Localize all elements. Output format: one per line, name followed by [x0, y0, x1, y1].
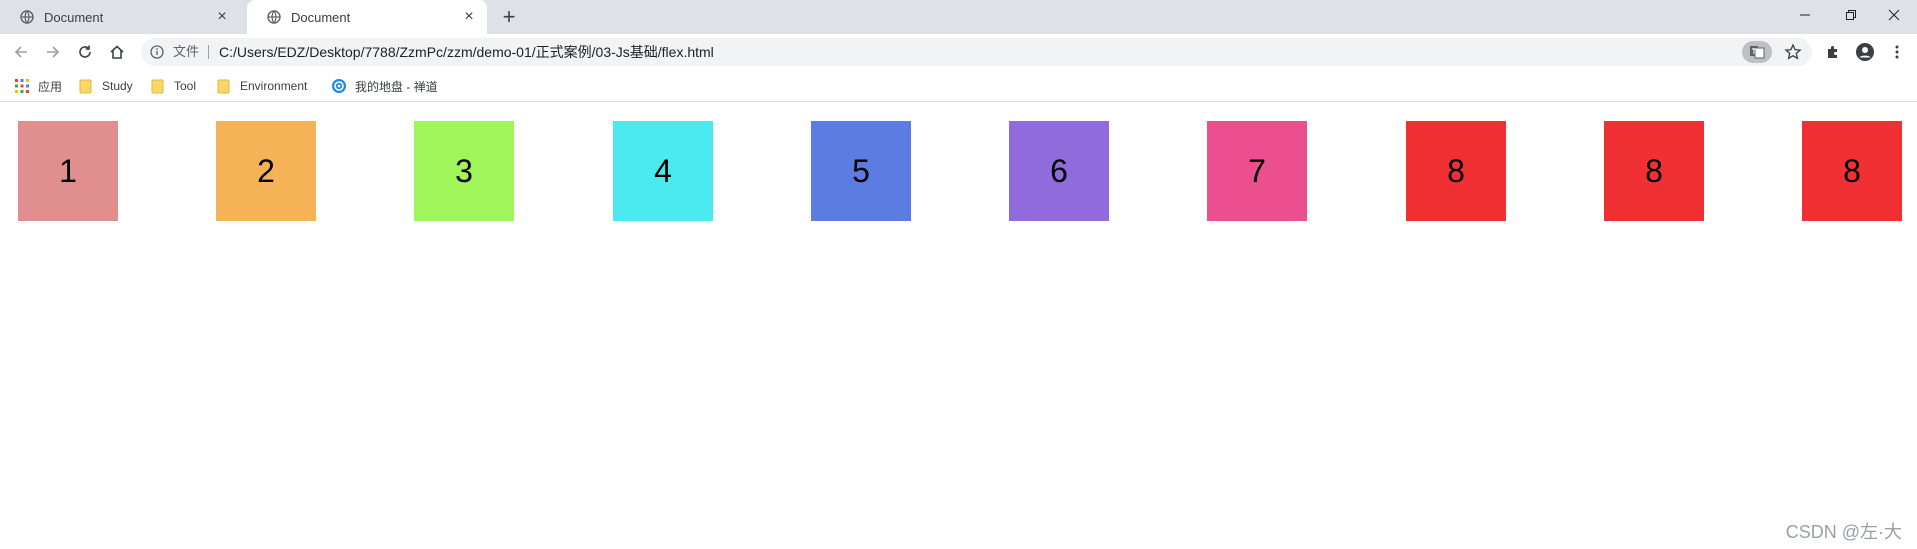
tab-title: Document [291, 9, 351, 25]
flex-item-6: 6 [1009, 121, 1109, 221]
bookmark-label: Study [102, 79, 133, 93]
tab-title: Document [44, 9, 104, 25]
globe-icon [20, 10, 34, 24]
info-icon[interactable] [149, 44, 165, 60]
folder-icon [216, 78, 232, 94]
flex-item-4: 4 [613, 121, 713, 221]
page-content: 1 2 3 4 5 6 7 8 8 8 CSDN @左·大 [0, 102, 1917, 549]
bookmark-tool[interactable]: Tool [150, 70, 196, 102]
tab-document-1[interactable]: Document × [0, 0, 240, 34]
flex-item-5: 5 [811, 121, 911, 221]
menu-button[interactable] [1884, 39, 1910, 65]
bookmark-environment[interactable]: Environment [216, 70, 307, 102]
bookmark-label: 应用 [38, 79, 63, 94]
restore-button[interactable] [1828, 0, 1874, 30]
close-icon[interactable]: × [214, 9, 230, 25]
bookmark-label: 我的地盘 - 禅道 [355, 79, 438, 94]
reload-button[interactable] [72, 39, 98, 65]
translate-icon [1750, 46, 1765, 59]
watermark: CSDN @左·大 [1785, 522, 1902, 542]
profile-button[interactable] [1852, 39, 1878, 65]
bookmark-apps[interactable]: 应用 [14, 70, 62, 102]
restore-icon [1846, 10, 1856, 20]
home-icon [110, 45, 124, 59]
bookmark-star-icon[interactable] [1784, 43, 1802, 61]
zentao-icon [331, 78, 347, 94]
folder-icon [150, 78, 166, 94]
folder-icon [78, 78, 94, 94]
arrow-left-icon [14, 46, 27, 58]
bookmarks-bar: 应用 Study Tool Environment 我的地盘 - 禅道 [0, 70, 1917, 102]
flex-item-9: 8 [1604, 121, 1704, 221]
flex-item-10: 8 [1802, 121, 1902, 221]
address-separator [208, 45, 209, 59]
reload-icon [79, 45, 91, 58]
tab-strip: Document × Document × + [0, 0, 1917, 34]
apps-grid-icon [14, 78, 30, 94]
close-icon[interactable]: × [461, 9, 477, 25]
globe-icon [267, 10, 281, 24]
close-icon [1888, 9, 1900, 21]
home-button[interactable] [104, 39, 130, 65]
browser-toolbar: 文件 C:/Users/EDZ/Desktop/7788/ZzmPc/zzm/d… [0, 34, 1917, 70]
url-text[interactable]: C:/Users/EDZ/Desktop/7788/ZzmPc/zzm/demo… [219, 38, 714, 66]
arrow-right-icon [47, 46, 60, 58]
flex-item-8: 8 [1406, 121, 1506, 221]
more-vert-icon [1895, 45, 1899, 59]
flex-item-2: 2 [216, 121, 316, 221]
bookmark-zentao[interactable]: 我的地盘 - 禅道 [331, 70, 438, 102]
avatar-icon [1856, 43, 1874, 61]
extensions-button[interactable] [1820, 39, 1846, 65]
minimize-button[interactable] [1782, 0, 1828, 30]
flex-item-3: 3 [414, 121, 514, 221]
close-window-button[interactable] [1871, 0, 1917, 30]
bookmark-study[interactable]: Study [78, 70, 133, 102]
bookmark-label: Environment [240, 79, 308, 93]
bookmark-label: Tool [174, 79, 197, 93]
flex-item-7: 7 [1207, 121, 1307, 221]
tab-document-2[interactable]: Document × [247, 0, 487, 34]
flex-item-1: 1 [18, 121, 118, 221]
translate-button[interactable] [1742, 41, 1772, 63]
back-button[interactable] [8, 39, 34, 65]
forward-button[interactable] [40, 39, 66, 65]
new-tab-button[interactable]: + [496, 4, 522, 30]
puzzle-icon [1828, 46, 1837, 58]
minimize-icon [1800, 14, 1810, 16]
address-bar[interactable]: 文件 C:/Users/EDZ/Desktop/7788/ZzmPc/zzm/d… [141, 38, 1812, 66]
file-scheme-label: 文件 [173, 44, 200, 59]
